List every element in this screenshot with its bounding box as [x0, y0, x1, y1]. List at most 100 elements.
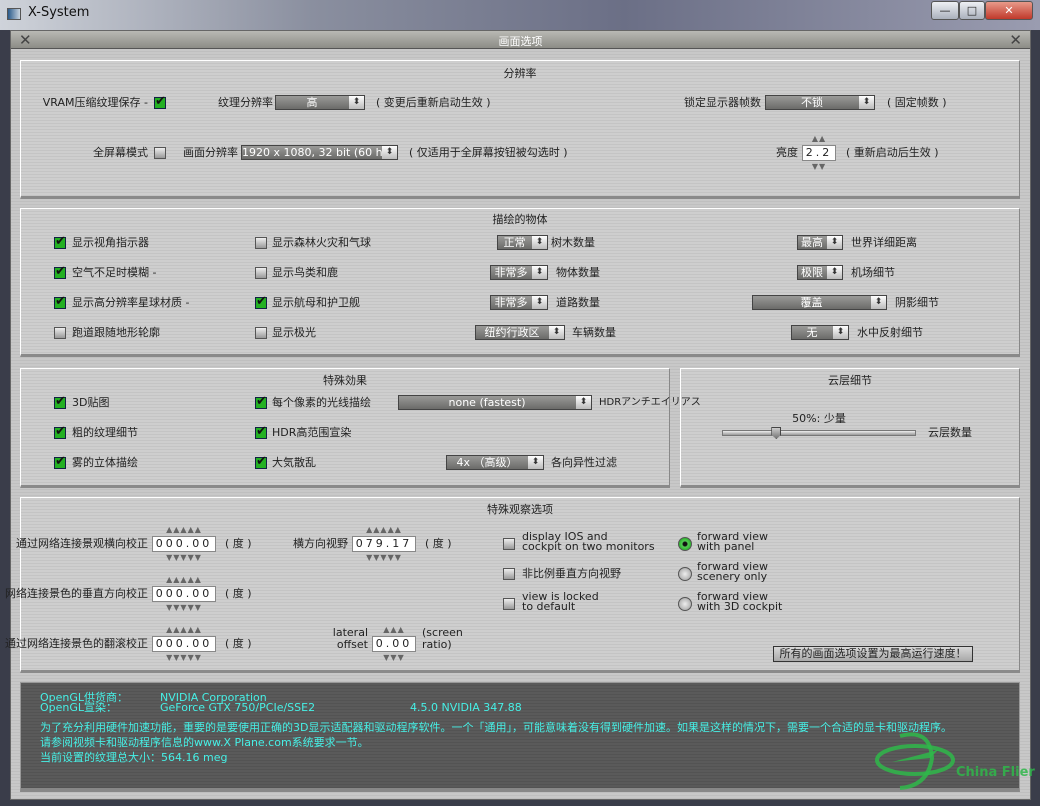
object-checkbox[interactable] [255, 237, 267, 249]
vram-compress-checkbox[interactable] [154, 94, 166, 109]
unit-label: ( 度 ) [425, 537, 452, 550]
lateral-unit: ratio) [422, 638, 452, 651]
window-title-bar: X-System — □ ✕ [0, 0, 1040, 30]
max-speed-button[interactable]: 所有的画面选项设置为最高运行速度！ [773, 646, 973, 662]
detail-dropdown[interactable]: 覆盖 [752, 295, 887, 310]
effect-label: 每个像素的光线描绘 [272, 396, 371, 409]
lateral-offset-field-decrement-arrows[interactable]: ▼▼▼ [372, 654, 416, 662]
lateral-offset-field-increment-arrows[interactable]: ▲▲▲ [372, 626, 416, 634]
window-close-button[interactable]: ✕ [985, 1, 1033, 20]
object-checkbox[interactable] [54, 234, 66, 249]
svg-text:China Flier: China Flier [956, 765, 1035, 780]
brightness-field[interactable]: 2.2 [802, 145, 836, 161]
object-count-label: 物体数量 [556, 266, 600, 279]
dialog-title: 画面选项 [498, 35, 543, 48]
object-checkbox[interactable] [54, 327, 66, 339]
detail-dropdown[interactable]: 极限 [797, 265, 843, 280]
texture-res-label: 纹理分辨率 [218, 96, 273, 109]
detail-label: 水中反射细节 [857, 326, 923, 339]
window-title: X-System [28, 5, 90, 20]
screen-res-dropdown[interactable]: 1920 x 1080, 32 bit (60 hz) [241, 145, 398, 160]
object-option-label: 跑道跟随地形轮廓 [72, 326, 160, 339]
offset-field[interactable]: 000.00 [152, 586, 216, 602]
label: ( 变更后重新启动生效 ) [376, 96, 491, 109]
object-count-dropdown[interactable]: 非常多 [490, 265, 548, 280]
effect-checkbox[interactable] [54, 454, 66, 469]
view-option-checkbox[interactable] [503, 598, 515, 610]
object-count-dropdown[interactable]: 纽约行政区 [475, 325, 565, 340]
offset-field[interactable]: 000.00 [152, 636, 216, 652]
info-text: 为了充分利用硬件加速功能，重要的是要使用正确的3D显示适配器和驱动程序软件。一个… [40, 721, 952, 734]
unit-label: ( 度 ) [225, 587, 252, 600]
offset-field-increment-arrows[interactable]: ▲▲▲▲▲ [152, 626, 216, 634]
detail-dropdown[interactable]: 最高 [797, 235, 843, 250]
label: ( 仅适用于全屏幕按钮被勾选时 ) [409, 146, 568, 159]
view-mode-radio[interactable] [678, 567, 692, 581]
object-count-label: 车辆数量 [572, 326, 616, 339]
effect-checkbox[interactable] [255, 454, 267, 469]
fov-label: 横方向视野 [293, 537, 348, 550]
cloud-slider-track[interactable] [722, 430, 916, 436]
object-option-label: 空气不足时模糊 - [72, 266, 157, 279]
lateral-label: offset [336, 638, 368, 651]
fps-lock-label: 锁定显示器帧数 [684, 96, 761, 109]
aniso-dropdown[interactable]: 4x （高级） [446, 455, 544, 470]
fullscreen-checkbox[interactable] [154, 147, 166, 159]
info-text: 请参阅视频卡和驱动程序信息的www.X Plane.com系统要求一节。 [40, 736, 369, 749]
renderer-value: GeForce GTX 750/PCIe/SSE2 [160, 701, 316, 714]
dialog-close-right-icon[interactable]: ✕ [1009, 31, 1022, 49]
view-mode-label: with panel [697, 540, 755, 553]
object-count-dropdown[interactable]: 正常 [497, 235, 548, 250]
object-count-dropdown[interactable]: 非常多 [490, 295, 548, 310]
hdr-aa-dropdown[interactable]: none (fastest) [398, 395, 592, 410]
object-checkbox[interactable] [255, 267, 267, 279]
aniso-label: 各向异性过滤 [551, 456, 617, 469]
offset-field-decrement-arrows[interactable]: ▼▼▼▼▼ [152, 604, 216, 612]
effect-checkbox[interactable] [54, 394, 66, 409]
resolution-title: 分辨率 [503, 67, 537, 80]
objects-title: 描绘的物体 [492, 213, 548, 226]
offset-field-decrement-arrows[interactable]: ▼▼▼▼▼ [152, 554, 216, 562]
object-option-label: 显示航母和护卫舰 [272, 296, 360, 309]
object-checkbox[interactable] [54, 264, 66, 279]
fps-lock-dropdown[interactable]: 不锁 [765, 95, 875, 110]
lateral-offset-field[interactable]: 0.00 [372, 636, 416, 652]
view-mode-radio[interactable] [678, 597, 692, 611]
clouds-title: 云层细节 [828, 374, 872, 387]
brightness-field-increment-arrows[interactable]: ▲▲ [802, 135, 836, 143]
effect-checkbox[interactable] [255, 394, 267, 409]
maximize-button[interactable]: □ [959, 1, 985, 20]
texture-res-dropdown[interactable]: 高 [275, 95, 365, 110]
object-checkbox[interactable] [255, 294, 267, 309]
view-option-checkbox[interactable] [503, 538, 515, 550]
fov-field-increment-arrows[interactable]: ▲▲▲▲▲ [352, 526, 416, 534]
object-count-label: 道路数量 [556, 296, 600, 309]
offset-field[interactable]: 000.00 [152, 536, 216, 552]
unit-label: ( 度 ) [225, 537, 252, 550]
detail-dropdown[interactable]: 无 [791, 325, 849, 340]
effect-checkbox[interactable] [255, 424, 267, 439]
offset-field-decrement-arrows[interactable]: ▼▼▼▼▼ [152, 654, 216, 662]
object-option-label: 显示视角指示器 [72, 236, 149, 249]
offset-field-increment-arrows[interactable]: ▲▲▲▲▲ [152, 576, 216, 584]
view-mode-radio[interactable] [678, 537, 692, 551]
effect-label: 雾的立体描绘 [72, 456, 138, 469]
cloud-value-label: 50%: 少量 [792, 412, 846, 425]
offset-field-increment-arrows[interactable]: ▲▲▲▲▲ [152, 526, 216, 534]
app-icon [7, 8, 21, 20]
view-option-checkbox[interactable] [503, 568, 515, 580]
minimize-button[interactable]: — [931, 1, 959, 20]
object-checkbox[interactable] [54, 294, 66, 309]
version-value: 4.5.0 NVIDIA 347.88 [410, 701, 522, 714]
object-option-label: 显示极光 [272, 326, 316, 339]
brightness-field-decrement-arrows[interactable]: ▼▼ [802, 163, 836, 171]
cloud-amount-label: 云层数量 [928, 426, 972, 439]
fov-field[interactable]: 079.17 [352, 536, 416, 552]
view-mode-label: scenery only [697, 570, 768, 583]
screen-res-label: 画面分辨率 [183, 146, 238, 159]
effect-checkbox[interactable] [54, 424, 66, 439]
fov-field-decrement-arrows[interactable]: ▼▼▼▼▼ [352, 554, 416, 562]
view-option-label: 非比例垂直方向视野 [522, 567, 621, 580]
object-checkbox[interactable] [255, 327, 267, 339]
object-count-label: 树木数量 [551, 236, 595, 249]
